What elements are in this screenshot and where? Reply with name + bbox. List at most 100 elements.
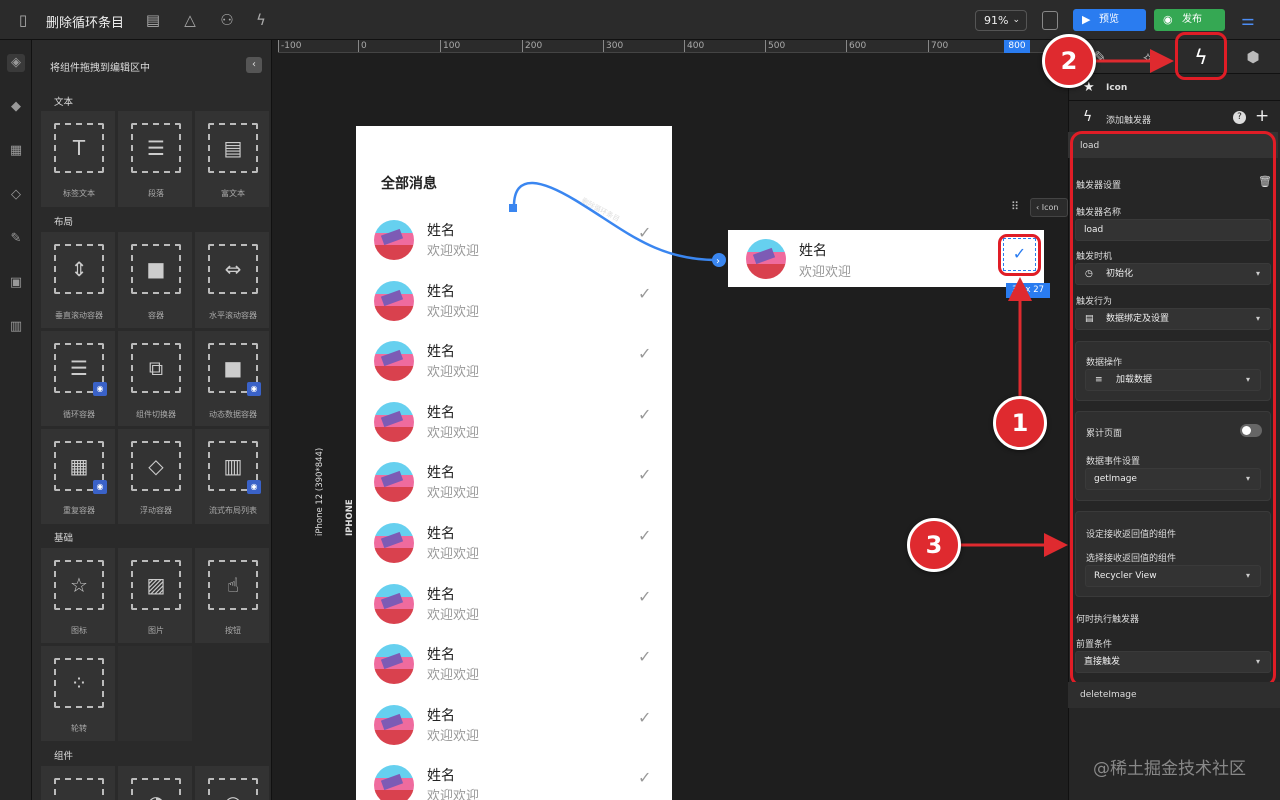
device-model: iPhone 12 (390*844) xyxy=(315,447,325,536)
pages-icon[interactable]: ▣ xyxy=(7,274,25,292)
tile-vertical-scroll[interactable]: ⇕ 垂直滚动容器 xyxy=(40,231,116,329)
tile-image[interactable]: ▨ 图片 xyxy=(117,547,193,644)
check-icon[interactable]: ✓ xyxy=(638,467,656,483)
avatar xyxy=(374,401,414,442)
drag-handle-icon[interactable]: ⠿ xyxy=(1008,200,1022,216)
check-icon[interactable]: ✓ xyxy=(638,406,656,422)
tile-flow-layout-list[interactable]: ▥ ◉ 流式布局列表 xyxy=(194,428,270,525)
tile-icon[interactable]: ☆ 图标 xyxy=(40,547,116,644)
preview-label: 预览 xyxy=(1099,14,1119,25)
settings-sliders-icon[interactable]: ⚌ xyxy=(1238,11,1258,29)
tile-floating-container[interactable]: ◇ 浮动容器 xyxy=(117,428,193,525)
tile-label-text[interactable]: T 标签文本 xyxy=(40,110,116,208)
dynamic-container-icon: ■ ◉ xyxy=(208,343,261,396)
tile-component-3[interactable]: ◎ xyxy=(194,765,270,800)
check-icon[interactable]: ✓ xyxy=(638,346,656,362)
layers-icon[interactable]: ◇ xyxy=(7,186,25,204)
horizontal-ruler: -100 0 100 200 300 400 500 600 700 xyxy=(278,40,1068,53)
tile-label: 动态数据容器 xyxy=(209,410,257,419)
list-item[interactable]: 姓名 欢迎欢迎 ✓ xyxy=(356,335,672,395)
list-item-name: 姓名 xyxy=(427,465,455,482)
brush-icon[interactable]: ✎ xyxy=(7,230,25,248)
zoom-select[interactable]: 91% ⌄ xyxy=(975,10,1027,31)
tile-empty xyxy=(117,645,193,742)
grid-icon[interactable]: ▦ xyxy=(7,142,25,160)
list-item-name: 姓名 xyxy=(427,526,455,542)
tile-label: 富文本 xyxy=(221,189,245,198)
avatar xyxy=(374,583,414,624)
connector-label: 删除循环条目 xyxy=(580,196,621,224)
device-icon[interactable] xyxy=(1042,11,1058,30)
table-icon[interactable]: ▥ xyxy=(7,318,25,336)
share-icon[interactable]: ⚇ xyxy=(218,11,236,29)
tile-dynamic-data-container[interactable]: ■ ◉ 动态数据容器 xyxy=(194,330,270,427)
list-item-name: 姓名 xyxy=(427,586,455,603)
ruler-tick: 200 xyxy=(522,40,542,52)
tile-container[interactable]: ■ 容器 xyxy=(117,231,193,329)
list-icon: ☰ ◉ xyxy=(54,343,107,396)
tile-label: 重复容器 xyxy=(63,506,95,515)
left-rail: ◈ ◆ ▦ ◇ ✎ ▣ ▥ xyxy=(0,40,32,800)
list-item[interactable]: 姓名 欢迎欢迎 ✓ xyxy=(356,275,672,335)
help-icon[interactable]: ? xyxy=(1233,111,1246,124)
sidebar-toggle-icon[interactable]: ▯ xyxy=(14,11,32,29)
tile-horizontal-scroll[interactable]: ⇔ 水平滚动容器 xyxy=(194,231,270,329)
database-icon: ◉ xyxy=(93,480,107,494)
tile-component-2[interactable]: ◔ xyxy=(117,765,193,800)
location-icon: ◎ xyxy=(208,778,258,800)
ruler-tick: -100 xyxy=(278,40,301,52)
carousel-dots-icon: ⁘ xyxy=(54,658,104,708)
list-item-name: 姓名 xyxy=(427,223,455,239)
add-trigger-label: 添加触发器 xyxy=(1106,116,1152,126)
check-icon[interactable]: ✓ xyxy=(638,709,656,725)
list-item[interactable]: 姓名 欢迎欢迎 ✓ xyxy=(356,638,672,698)
list-item[interactable]: 姓名 欢迎欢迎 ✓ xyxy=(356,759,672,800)
paragraph-icon: ☰ xyxy=(131,123,181,173)
add-trigger-button[interactable]: + xyxy=(1255,106,1269,126)
collapse-chevron-icon[interactable]: ‹ xyxy=(246,57,262,73)
list-item[interactable]: 姓名 欢迎欢迎 ✓ xyxy=(356,578,672,638)
list-item[interactable]: 姓名 欢迎欢迎 ✓ xyxy=(356,456,672,516)
list-item[interactable]: 姓名 欢迎欢迎 ✓ xyxy=(356,699,672,759)
tile-button[interactable]: ☝ 按钮 xyxy=(194,547,270,644)
repeat-grid-icon: ▦ ◉ xyxy=(54,441,107,494)
tile-label: 水平滚动容器 xyxy=(209,311,257,320)
check-icon[interactable]: ✓ xyxy=(638,528,656,544)
cube-icon[interactable]: ◈ xyxy=(7,54,25,72)
check-icon[interactable]: ✓ xyxy=(638,770,656,786)
components-icon[interactable]: ◆ xyxy=(7,98,25,116)
list-item[interactable]: 姓名 欢迎欢迎 ✓ xyxy=(356,517,672,577)
selection-breadcrumb[interactable]: ‹ Icon xyxy=(1030,198,1068,217)
text-t-icon: T xyxy=(54,123,104,173)
tile-component-1[interactable]: ▭ xyxy=(40,765,116,800)
flash-icon[interactable]: ϟ xyxy=(252,11,270,29)
list-item[interactable]: 姓名 欢迎欢迎 ✓ xyxy=(356,396,672,456)
tile-rich-text[interactable]: ▤ 富文本 xyxy=(194,110,270,208)
tab-code-icon[interactable]: ⟡ xyxy=(1136,45,1160,69)
tile-label: 循环容器 xyxy=(63,410,95,419)
tile-repeat-container[interactable]: ▦ ◉ 重复容器 xyxy=(40,428,116,525)
panel-title: 将组件拖拽到编辑区中 xyxy=(50,63,150,74)
drive-icon[interactable]: △ xyxy=(181,11,199,29)
document-icon[interactable]: ▤ xyxy=(144,11,162,29)
list-item-sub: 欢迎欢迎 xyxy=(427,789,480,800)
size-badge: 31 x 27 xyxy=(1006,283,1050,298)
check-icon[interactable]: ✓ xyxy=(638,649,656,665)
component-name: Icon xyxy=(1106,83,1128,93)
ruler-tick: 600 xyxy=(846,40,866,52)
avatar xyxy=(374,462,414,503)
selected-list-item[interactable]: 姓名 欢迎欢迎 xyxy=(728,230,1044,287)
tile-loop-container[interactable]: ☰ ◉ 循环容器 xyxy=(40,330,116,427)
device-type: IPHONE xyxy=(345,499,355,536)
star-icon: ☆ xyxy=(54,560,104,610)
check-icon[interactable]: ✓ xyxy=(638,285,656,301)
tile-component-switcher[interactable]: ⧉ 组件切换器 xyxy=(117,330,193,427)
tile-carousel[interactable]: ⁘ 轮转 xyxy=(40,645,116,742)
tile-label: 轮转 xyxy=(71,724,87,733)
preview-button[interactable]: ▶ 预览 xyxy=(1073,9,1146,31)
publish-button[interactable]: ◉ 发布 xyxy=(1154,9,1225,31)
tab-box-icon[interactable]: ⬢ xyxy=(1241,45,1265,69)
list-item-sub: 欢迎欢迎 xyxy=(427,365,480,381)
tile-paragraph[interactable]: ☰ 段落 xyxy=(117,110,193,208)
check-icon[interactable]: ✓ xyxy=(638,588,656,604)
